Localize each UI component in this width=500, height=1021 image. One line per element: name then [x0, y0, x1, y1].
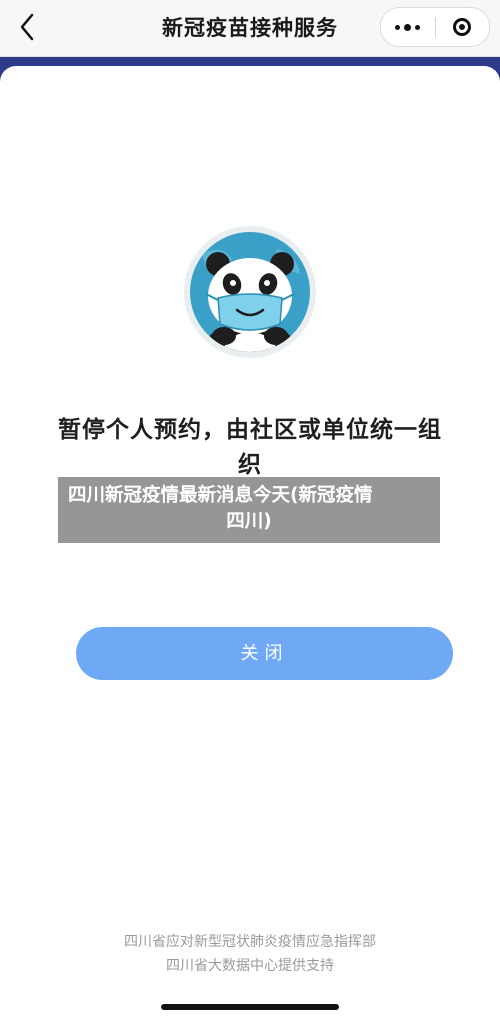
overlay-caption-line2: 四川) — [226, 511, 272, 532]
close-button[interactable]: 关闭 — [76, 627, 453, 680]
more-button[interactable] — [381, 8, 435, 46]
exit-button[interactable] — [435, 8, 489, 46]
overlay-caption-line1: 四川新冠疫情最新消息今天(新冠疫情 — [68, 485, 373, 506]
footer-line1: 四川省应对新型冠状肺炎疫情应急指挥部 — [124, 934, 376, 950]
home-indicator[interactable] — [161, 1004, 339, 1010]
panda-mask-avatar — [184, 226, 316, 358]
footer-line2: 四川省大数据中心提供支持 — [166, 958, 334, 974]
dialog-message-line1: 暂停个人预约，由社区或单位统一组 — [58, 417, 442, 443]
mini-program-capsule — [380, 7, 490, 47]
target-circle-icon — [453, 18, 472, 36]
nav-bar: 新冠疫苗接种服务 — [0, 0, 500, 57]
overlay-caption: 四川新冠疫情最新消息今天(新冠疫情 四川) — [58, 477, 440, 543]
dialog-message-line2: 织 — [238, 452, 262, 478]
dialog-card — [0, 66, 500, 1021]
more-dots-icon — [395, 23, 421, 31]
